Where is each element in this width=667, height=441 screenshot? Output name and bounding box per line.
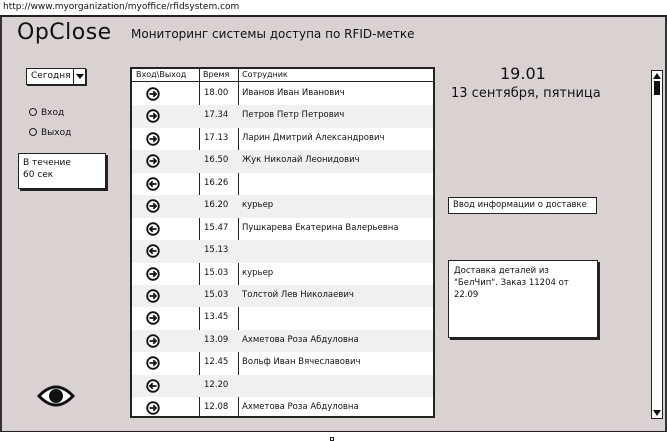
arrow-right-circle-icon bbox=[146, 334, 160, 348]
table-row[interactable]: 18.00 Иванов Иван Иванович bbox=[132, 83, 433, 105]
row-employee: курьер bbox=[242, 200, 274, 211]
arrow-right-circle-icon bbox=[146, 266, 160, 281]
current-date: 13 сентября, пятница bbox=[451, 86, 601, 101]
period-select-value: Сегодня bbox=[31, 71, 71, 81]
table-row[interactable]: 12.08 Ахметова Роза Абдуловна bbox=[132, 397, 433, 416]
table-row[interactable]: 13.45 bbox=[132, 307, 433, 329]
arrow-right-circle-icon bbox=[146, 109, 160, 124]
row-employee: Пушкарева Екатерина Валерьевна bbox=[242, 222, 399, 233]
scroll-thumb[interactable] bbox=[654, 81, 660, 95]
row-time: 17.13 bbox=[204, 132, 229, 143]
row-time: 18.00 bbox=[204, 88, 229, 98]
row-employee: Ахметова Роза Абдуловна bbox=[242, 334, 359, 345]
arrow-right-circle-icon bbox=[146, 154, 160, 169]
row-employee: Ахметова Роза Абдуловна bbox=[242, 402, 359, 413]
row-employee: Толстой Лев Николаевич bbox=[242, 289, 354, 300]
table-row[interactable]: 12.45 Вольф Иван Вячеславович bbox=[132, 352, 433, 374]
timer-line-2: 60 сек bbox=[23, 170, 54, 180]
table-row[interactable]: 15.13 bbox=[132, 240, 433, 263]
row-employee: Иванов Иван Иванович bbox=[242, 88, 345, 98]
table-row[interactable]: 16.50 Жук Николай Леонидович bbox=[132, 150, 433, 173]
scroll-down-icon[interactable] bbox=[653, 410, 661, 416]
header-time[interactable]: Время bbox=[203, 69, 229, 81]
table-row[interactable]: 16.26 bbox=[132, 173, 433, 195]
row-time: 15.13 bbox=[204, 245, 229, 256]
table-row[interactable]: 12.20 bbox=[132, 374, 433, 398]
row-time: 12.08 bbox=[204, 402, 229, 413]
row-time: 17.34 bbox=[204, 110, 229, 121]
page-title: Мониторинг системы доступа по RFID-метке bbox=[131, 27, 415, 41]
table-row[interactable]: 15.47 Пушкарева Екатерина Валерьевна bbox=[132, 218, 433, 240]
row-employee: Петров Петр Петрович bbox=[242, 110, 345, 121]
row-time: 12.45 bbox=[204, 357, 229, 368]
app-logo: OpClose bbox=[17, 20, 112, 45]
arrow-left-circle-icon bbox=[146, 378, 160, 393]
table-header: Вход\Выход Время Сотрудник bbox=[132, 69, 433, 82]
table-body: 18.00 Иванов Иван Иванович 17.34 Петров Пет… bbox=[132, 83, 433, 416]
arrow-left-circle-icon bbox=[146, 221, 160, 236]
access-log-table: Вход\Выход Время Сотрудник 18.00 Иванов И… bbox=[130, 67, 435, 418]
row-employee: Жук Николай Леонидович bbox=[242, 155, 360, 166]
chevron-down-icon[interactable] bbox=[73, 69, 85, 84]
row-time: 13.45 bbox=[204, 312, 229, 323]
address-bar[interactable]: http://www.myorganization/myoffice/rfids… bbox=[0, 0, 667, 17]
scroll-up-icon[interactable] bbox=[653, 73, 661, 79]
arrow-right-circle-icon bbox=[146, 199, 160, 213]
header-employee[interactable]: Сотрудник bbox=[242, 69, 288, 81]
arrow-right-circle-icon bbox=[146, 289, 160, 303]
header-direction[interactable]: Вход\Выход bbox=[136, 69, 186, 81]
arrow-right-circle-icon bbox=[146, 132, 160, 146]
horizontal-scrollbar[interactable] bbox=[0, 431, 667, 441]
eye-icon[interactable] bbox=[37, 382, 75, 410]
arrow-right-circle-icon bbox=[146, 401, 160, 415]
table-row[interactable]: 15.03 Толстой Лев Николаевич bbox=[132, 284, 433, 308]
vertical-scrollbar[interactable] bbox=[651, 70, 663, 419]
resize-handle[interactable] bbox=[330, 437, 334, 441]
timer-line-1: В течение bbox=[23, 158, 71, 168]
table-row[interactable]: 16.20 курьер bbox=[132, 195, 433, 218]
arrow-left-circle-icon bbox=[146, 177, 160, 191]
table-row[interactable]: 17.34 Петров Петр Петрович bbox=[132, 105, 433, 128]
row-employee: курьер bbox=[242, 267, 274, 278]
radio-out-label: Выход bbox=[41, 128, 72, 138]
row-employee: Вольф Иван Вячеславович bbox=[242, 357, 361, 368]
arrow-right-circle-icon bbox=[146, 311, 160, 326]
row-time: 16.20 bbox=[204, 200, 229, 211]
window-frame-left bbox=[0, 17, 2, 441]
radio-circle-icon[interactable] bbox=[29, 128, 37, 136]
table-row[interactable]: 15.03 курьер bbox=[132, 263, 433, 285]
radio-out[interactable]: Выход bbox=[29, 128, 71, 139]
table-row[interactable]: 17.13 Ларин Дмитрий Александрович bbox=[132, 128, 433, 150]
delivery-info-input[interactable]: Ввод информации о доставке bbox=[448, 197, 597, 214]
arrow-right-circle-icon bbox=[146, 87, 160, 101]
arrow-left-circle-icon bbox=[146, 244, 160, 258]
radio-in-label: Вход bbox=[41, 108, 65, 118]
radio-circle-icon[interactable] bbox=[29, 108, 37, 116]
delivery-note[interactable]: Доставка деталей из "БелЧип". Заказ 1120… bbox=[448, 260, 598, 338]
row-time: 15.03 bbox=[204, 289, 229, 300]
current-time: 19.01 bbox=[500, 64, 546, 83]
row-time: 13.09 bbox=[204, 334, 229, 345]
row-time: 15.03 bbox=[204, 267, 229, 278]
row-employee: Ларин Дмитрий Александрович bbox=[242, 132, 385, 143]
table-row[interactable]: 13.09 Ахметова Роза Абдуловна bbox=[132, 329, 433, 353]
period-select[interactable]: Сегодня bbox=[26, 68, 86, 85]
row-time: 15.47 bbox=[204, 222, 229, 233]
row-time: 16.50 bbox=[204, 155, 229, 166]
arrow-right-circle-icon bbox=[146, 356, 160, 370]
row-time: 16.26 bbox=[204, 177, 229, 188]
row-time: 12.20 bbox=[204, 379, 229, 390]
radio-in[interactable]: Вход bbox=[29, 108, 64, 119]
timer-field[interactable]: В течение 60 сек bbox=[18, 153, 106, 189]
